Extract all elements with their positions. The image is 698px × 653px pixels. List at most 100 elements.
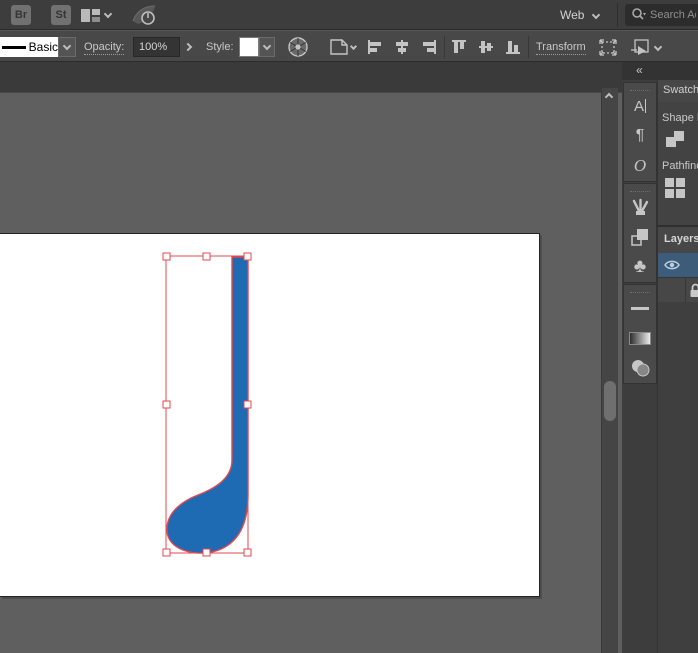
workspace-switcher-menu[interactable]: Web [560,0,599,30]
transform-link[interactable]: Transform [536,41,586,55]
graphic-style-dropdown[interactable] [259,37,275,57]
character-panel-button[interactable]: A [624,91,656,121]
vertical-scrollbar[interactable] [601,88,618,653]
align-right-button[interactable] [421,39,437,55]
paragraph-panel-icon: ¶ [636,127,645,145]
workspace-menu-label: Web [560,8,584,22]
arrange-documents-button[interactable] [81,8,101,26]
lock-toggle[interactable] [685,278,698,303]
tab-swatches[interactable]: Swatches [658,80,698,102]
visibility-icon[interactable] [664,259,680,271]
dock-header: « [622,62,698,80]
brush-definition-control[interactable]: Basic [0,37,58,57]
transparency-panel-icon [629,358,651,378]
opacity-input[interactable] [134,41,174,53]
align-bottom-icon [505,39,521,55]
stroke-panel-button[interactable] [624,293,656,323]
align-center-button[interactable] [394,39,410,55]
handle-top-center[interactable] [203,253,210,260]
style-label: Style: [206,41,234,53]
unite-icon [663,128,687,152]
gpu-performance-icon [130,4,158,27]
stroke-panel-icon [631,307,649,310]
pathfinders-label: Pathfinders: [662,160,698,172]
expanded-panels: Swatches Shape Modes: Pathfinders: [658,80,698,653]
unite-button[interactable] [663,128,687,155]
gradient-panel-icon [629,332,651,345]
isolate-mode-button[interactable] [629,38,651,57]
document-tab-strip [0,62,622,93]
gpu-performance-button[interactable] [130,4,158,30]
gradient-panel-button[interactable] [624,323,656,353]
align-center-icon [394,39,410,55]
shape-properties-button[interactable] [328,37,350,57]
brushes-panel-icon [630,197,650,217]
handle-bottom-right[interactable] [244,549,251,556]
scrollbar-thumb[interactable] [604,381,616,421]
brushes-panel-button[interactable] [624,192,656,222]
handle-bottom-center[interactable] [203,549,210,556]
appbar-divider [617,3,618,27]
panel-dock: « A ¶ O [622,62,698,653]
panel-icon-column: A ¶ O [622,80,658,653]
chevron-down-icon[interactable] [654,43,662,51]
chevron-down-icon[interactable] [104,10,112,18]
selected-shape[interactable] [167,257,248,553]
artboards-panel-icon [630,227,650,247]
application-bar: Br St Web [0,0,698,30]
graphic-style-swatch[interactable] [239,37,259,57]
lock-icon [689,283,698,298]
tab-layers[interactable]: Layers [658,227,698,253]
free-transform-button[interactable] [597,38,619,57]
transparency-panel-button[interactable] [624,353,656,383]
stock-button[interactable]: St [51,5,71,25]
handle-middle-left[interactable] [163,401,170,408]
shape-modes-label: Shape Modes: [662,112,698,124]
chevron-down-icon [263,41,271,49]
free-transform-icon [597,38,619,57]
controlbar-divider [528,36,529,58]
handle-middle-right[interactable] [244,401,251,408]
align-bottom-button[interactable] [505,39,521,55]
layer-row-selected[interactable] [658,253,698,277]
artboards-panel-button[interactable] [624,222,656,252]
align-middle-icon [478,39,494,55]
handle-top-right[interactable] [244,253,251,260]
align-right-icon [421,39,437,55]
opacity-field[interactable] [133,37,180,57]
shape-properties-icon [329,38,349,56]
paragraph-panel-button[interactable]: ¶ [624,121,656,151]
chevron-down-icon [63,41,71,49]
symbols-panel-icon: ♣ [634,256,646,278]
illustrator-window: Br St Web [0,0,698,653]
opentype-panel-button[interactable]: O [624,151,656,181]
search-input[interactable] [650,9,696,21]
collapse-panels-button[interactable]: « [636,63,642,77]
handle-bottom-left[interactable] [163,549,170,556]
brush-definition-dropdown[interactable] [58,37,76,57]
symbols-panel-button[interactable]: ♣ [624,252,656,282]
layer-row[interactable] [658,277,698,302]
type-panel-group: A ¶ O [623,82,657,182]
recolor-artwork-icon [287,36,309,58]
recolor-artwork-button[interactable] [286,36,310,58]
isolate-mode-icon [629,38,651,57]
opacity-label[interactable]: Opacity: [84,41,124,55]
stroke-preview [2,46,26,49]
chevron-right-icon [183,43,191,51]
divide-button[interactable] [663,176,687,203]
divide-icon [663,176,687,200]
scroll-up-icon[interactable] [605,93,613,101]
layers-panel: Layers [658,225,698,653]
handle-top-left[interactable] [163,253,170,260]
align-left-button[interactable] [367,39,383,55]
opentype-panel-icon: O [634,156,646,176]
align-middle-button[interactable] [478,39,494,55]
stock-button-label: St [56,9,67,21]
stock-search-box[interactable] [625,4,698,26]
bridge-button[interactable]: Br [11,5,31,25]
chevron-down-icon [592,11,600,19]
align-top-button[interactable] [451,39,467,55]
chevron-down-icon[interactable] [350,43,357,50]
opacity-stepper[interactable] [180,37,197,57]
